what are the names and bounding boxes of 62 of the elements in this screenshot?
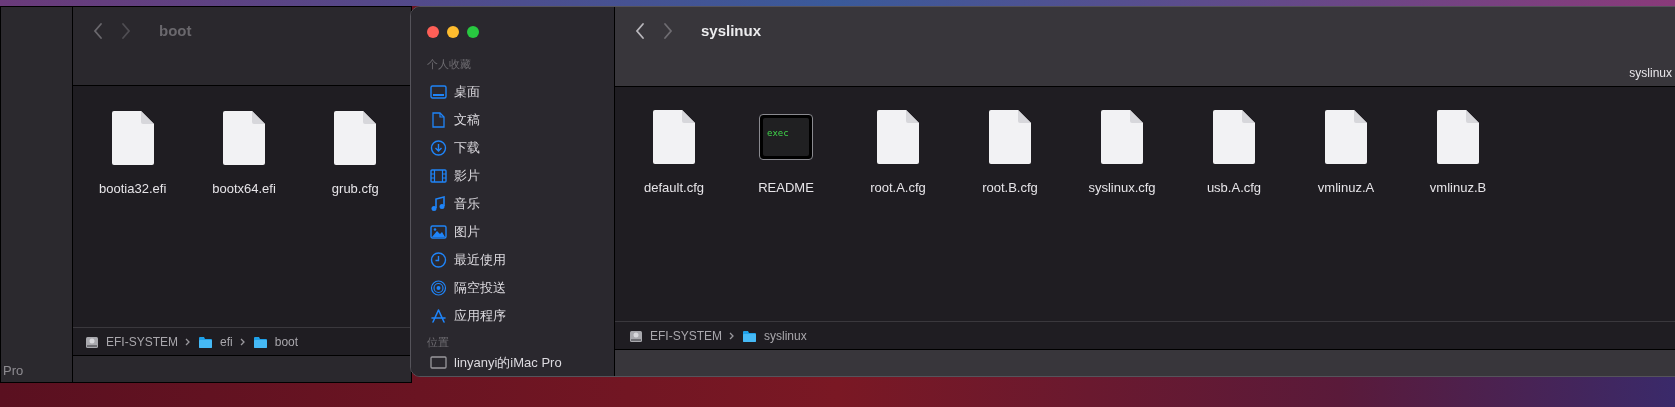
sidebar-item[interactable]: 影片: [454, 166, 480, 186]
sidebar-item[interactable]: 下载: [454, 138, 480, 158]
file-name[interactable]: bootx64.efi: [212, 179, 276, 199]
photo-icon: [430, 224, 447, 240]
document-icon: [222, 110, 266, 166]
tab-title[interactable]: syslinux: [1629, 64, 1672, 82]
airdrop-icon: [430, 280, 447, 296]
file-name[interactable]: grub.cfg: [331, 179, 379, 199]
document-icon: [430, 112, 447, 128]
app-store-icon: [430, 308, 447, 324]
sidebar-item[interactable]: Pro: [1, 360, 72, 380]
sidebar-item[interactable]: 隔空投送: [454, 278, 506, 298]
minimize-button[interactable]: [447, 26, 459, 38]
window-title: boot: [159, 21, 192, 41]
icon-label: exec: [767, 128, 789, 138]
file-name[interactable]: default.cfg: [644, 178, 704, 198]
folder-icon: [198, 334, 213, 349]
desktop-icon: [430, 84, 447, 100]
file-name[interactable]: bootia32.efi: [99, 179, 167, 199]
sidebar-item[interactable]: 最近使用: [454, 250, 506, 270]
document-icon: [1324, 109, 1368, 165]
document-icon: [988, 109, 1032, 165]
path-item[interactable]: boot: [274, 332, 299, 351]
document-icon: [1100, 109, 1144, 165]
download-icon: [430, 140, 447, 156]
sidebar-item[interactable]: 桌面: [454, 82, 480, 102]
file-name[interactable]: usb.A.cfg: [1206, 178, 1262, 198]
music-note-icon: [430, 196, 447, 212]
sidebar-item[interactable]: linyanyi的iMac Pro: [454, 353, 562, 373]
chevron-icon: [729, 331, 735, 340]
film-icon: [430, 168, 447, 184]
file-name[interactable]: syslinux.cfg: [1088, 178, 1156, 198]
document-icon: [876, 109, 920, 165]
document-icon: [110, 110, 155, 166]
clock-icon: [430, 252, 447, 268]
document-icon: [1436, 109, 1480, 165]
file-name[interactable]: root.A.cfg: [870, 178, 926, 198]
path-item[interactable]: EFI-SYSTEM: [106, 332, 178, 351]
chevron-icon: [239, 337, 246, 346]
sidebar-item[interactable]: 文稿: [454, 110, 480, 130]
sidebar-item[interactable]: 应用程序: [454, 306, 506, 326]
sidebar-heading: 个人收藏: [427, 57, 472, 72]
sidebar-item[interactable]: 音乐: [454, 194, 480, 214]
zoom-button[interactable]: [467, 26, 479, 38]
sidebar-heading: 位置: [427, 335, 450, 350]
chevron-icon: [185, 337, 191, 346]
path-item[interactable]: syslinux: [764, 326, 807, 345]
folder-icon: [252, 334, 268, 349]
document-icon: [333, 110, 378, 166]
path-item[interactable]: efi: [220, 332, 233, 351]
file-name[interactable]: root.B.cfg: [982, 178, 1038, 198]
folder-icon: [742, 328, 757, 343]
document-icon: [1212, 109, 1256, 165]
file-name[interactable]: vmlinuz.B: [1429, 178, 1487, 198]
file-name[interactable]: README: [758, 178, 814, 198]
close-button[interactable]: [427, 26, 439, 38]
monitor-icon: [430, 355, 447, 371]
window-title: syslinux: [701, 21, 762, 41]
file-name[interactable]: vmlinuz.A: [1317, 178, 1375, 198]
path-item[interactable]: EFI-SYSTEM: [650, 326, 722, 345]
sidebar-item[interactable]: 图片: [454, 222, 480, 242]
document-icon: [652, 109, 696, 165]
